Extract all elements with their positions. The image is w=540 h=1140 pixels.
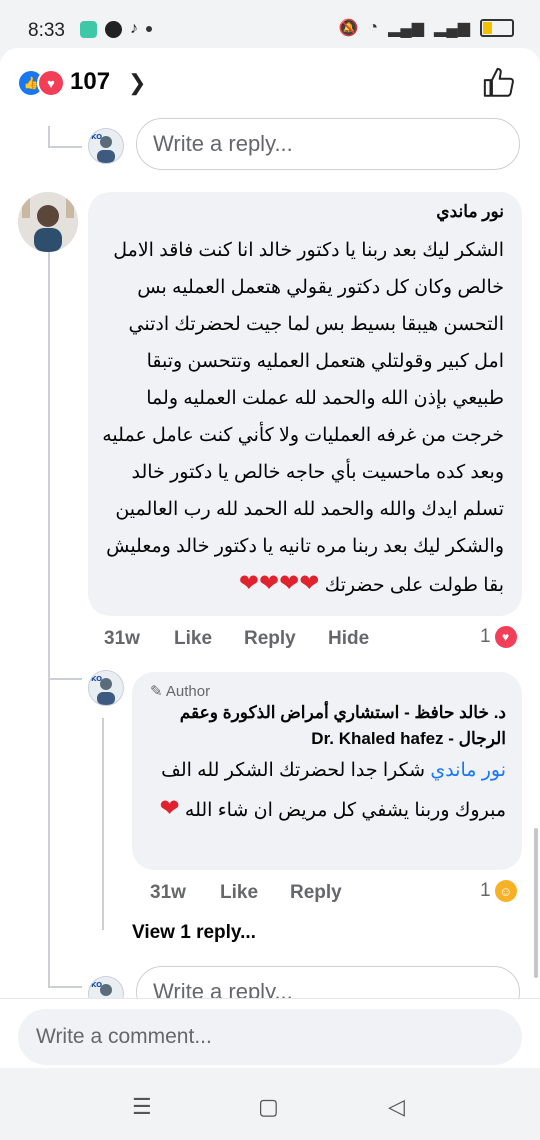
commenter-avatar[interactable] bbox=[18, 192, 78, 252]
comment-input[interactable]: Write a comment... bbox=[18, 1009, 522, 1065]
comment-time: 31w bbox=[104, 628, 140, 649]
reply-time: 31w bbox=[150, 882, 186, 903]
thread-line bbox=[48, 248, 50, 988]
app-notification-icon bbox=[80, 20, 97, 38]
love-reaction-icon: ♥ bbox=[494, 626, 517, 648]
mute-icon: 🔕 bbox=[338, 20, 359, 37]
author-badge: ✎ Author bbox=[150, 682, 506, 700]
reply-reaction-count[interactable]: 1 ☺ bbox=[480, 880, 517, 902]
svg-text:KO: KO bbox=[91, 133, 102, 141]
svg-text:KO: KO bbox=[91, 675, 102, 683]
home-icon[interactable]: ▢ bbox=[258, 1094, 279, 1120]
comment-author[interactable]: نور ماندي bbox=[102, 202, 504, 222]
comment-reaction-count[interactable]: 1 ♥ bbox=[480, 626, 517, 648]
view-replies-link[interactable]: View 1 reply... bbox=[132, 922, 256, 944]
scrollbar[interactable] bbox=[534, 828, 538, 978]
reaction-count[interactable]: 107 bbox=[70, 68, 110, 96]
reply-input-top[interactable]: Write a reply... bbox=[136, 118, 520, 170]
mention-link[interactable]: نور ماندي bbox=[430, 760, 506, 781]
wifi-icon: ◔ bbox=[368, 19, 379, 36]
reactions-bar[interactable]: 👍 ♥ 107 ❯ bbox=[0, 48, 540, 118]
reply-bubble[interactable]: ✎ Author د. خالد حافظ - استشاري أمراض ال… bbox=[132, 672, 522, 870]
hide-button[interactable]: Hide bbox=[328, 628, 369, 650]
system-nav-bar: ☰ ▢ ◁ bbox=[0, 1068, 540, 1140]
pencil-icon: ✎ bbox=[150, 683, 163, 700]
author-badge-label: Author bbox=[165, 683, 211, 700]
thread-line bbox=[48, 678, 82, 680]
signal-icon: ▂▄▆ bbox=[388, 20, 425, 37]
reaction-icons: 👍 ♥ bbox=[17, 69, 65, 97]
thread-line bbox=[48, 986, 82, 988]
reaction-count-value: 1 bbox=[480, 880, 491, 901]
comment-text: الشكر ليك بعد ربنا يا دكتور خالد انا كنت… bbox=[102, 240, 504, 596]
like-button[interactable]: Like bbox=[220, 882, 258, 904]
love-reaction-icon: ♥ bbox=[37, 69, 65, 97]
back-icon[interactable]: ◁ bbox=[388, 1094, 405, 1120]
tiktok-icon: ♪ bbox=[130, 20, 138, 37]
more-notifications-icon bbox=[146, 26, 152, 32]
heart-emojis: ❤❤❤❤ bbox=[238, 570, 320, 597]
comments-sheet: 👍 ♥ 107 ❯ KO Write a reply... نور ماندي … bbox=[0, 48, 540, 1048]
reply-button[interactable]: Reply bbox=[244, 628, 296, 650]
doctor-avatar[interactable]: KO bbox=[88, 670, 124, 706]
care-reaction-icon: ☺ bbox=[494, 880, 517, 902]
reaction-count-value: 1 bbox=[480, 626, 491, 647]
chevron-right-icon[interactable]: ❯ bbox=[128, 70, 146, 96]
messenger-icon bbox=[105, 20, 122, 38]
thread-line bbox=[102, 718, 104, 930]
doctor-avatar[interactable]: KO bbox=[88, 128, 124, 164]
status-time: 8:33 bbox=[28, 20, 65, 41]
thread-line bbox=[48, 126, 50, 148]
heart-emoji: ❤ bbox=[159, 795, 180, 822]
reply-author[interactable]: د. خالد حافظ - استشاري أمراض الذكورة وعق… bbox=[146, 700, 506, 752]
svg-text:KO: KO bbox=[91, 981, 102, 989]
like-thumb-icon[interactable] bbox=[482, 66, 516, 100]
signal2-icon: ▂▄▆ bbox=[434, 20, 470, 37]
battery-icon bbox=[480, 19, 514, 37]
like-button[interactable]: Like bbox=[174, 628, 212, 650]
recent-apps-icon[interactable]: ☰ bbox=[132, 1094, 152, 1120]
thread-line bbox=[48, 146, 82, 148]
comment-footer: Write a comment... bbox=[0, 998, 540, 1069]
reply-button[interactable]: Reply bbox=[290, 882, 342, 904]
comment-bubble[interactable]: نور ماندي الشكر ليك بعد ربنا يا دكتور خا… bbox=[88, 192, 522, 616]
